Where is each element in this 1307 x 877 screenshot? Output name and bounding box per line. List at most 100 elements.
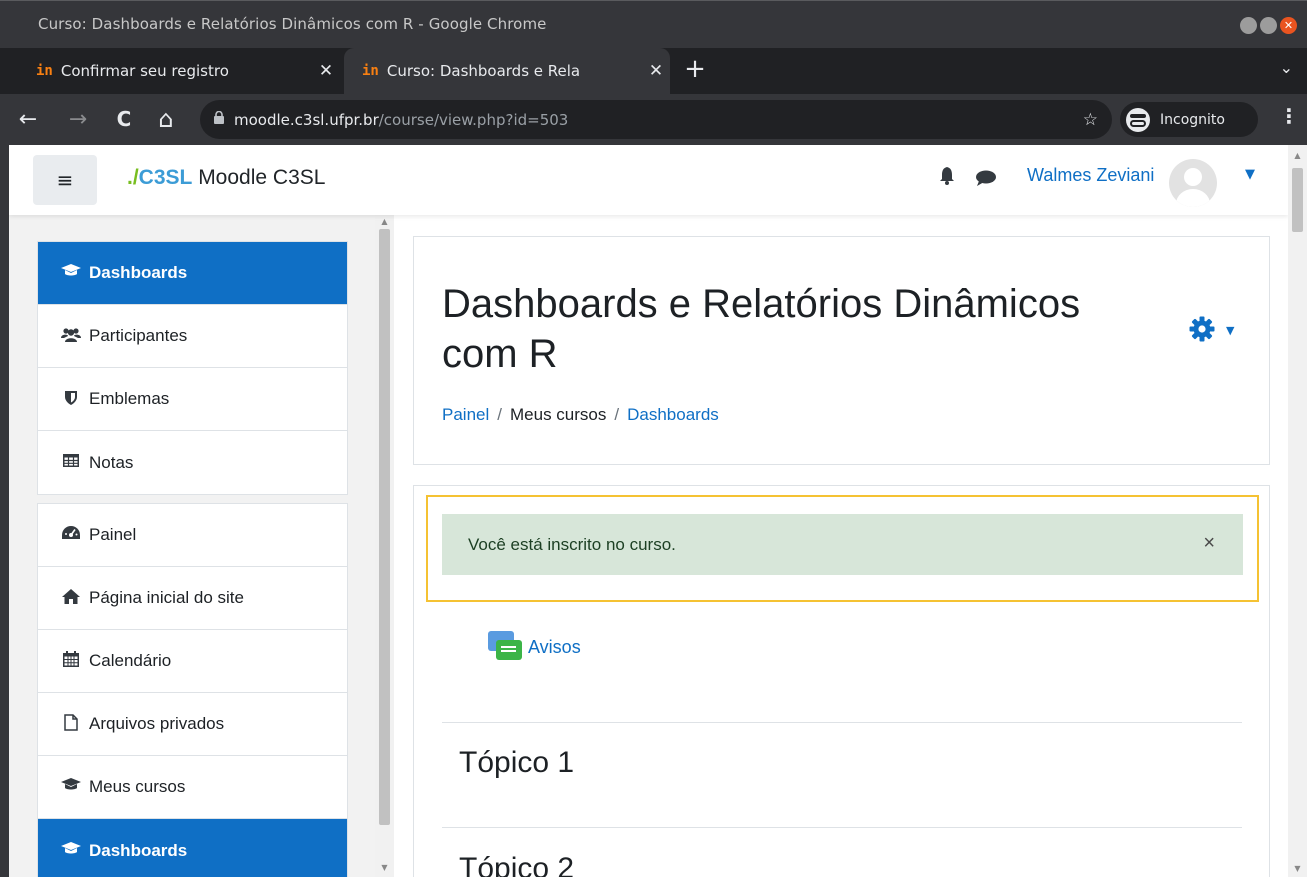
home-icon[interactable]: ⌂	[150, 103, 182, 135]
section-title-topico-1[interactable]: Tópico 1	[459, 746, 574, 780]
nav-item-emblemas[interactable]: Emblemas	[38, 368, 347, 431]
nav-item-calendario[interactable]: Calendário	[38, 630, 347, 693]
section-divider	[442, 722, 1242, 723]
hamburger-icon: ≡	[56, 168, 74, 192]
notifications-bell-icon[interactable]	[939, 167, 955, 190]
brand-name: Moodle C3SL	[192, 166, 326, 189]
graduation-cap-icon	[59, 841, 83, 860]
breadcrumb-painel-link[interactable]: Painel	[442, 405, 489, 424]
scroll-down-arrow-icon[interactable]: ▼	[375, 863, 394, 872]
enrolment-alert: Você está inscrito no curso. ×	[442, 514, 1243, 575]
breadcrumb-separator: /	[497, 405, 502, 424]
tab-title: Confirmar seu registro	[60, 62, 229, 80]
breadcrumb-dashboards-link[interactable]: Dashboards	[627, 405, 719, 424]
tab-close-icon[interactable]: ✕	[642, 61, 670, 81]
graduation-cap-icon	[59, 264, 83, 282]
tab-curso-dashboards[interactable]: in Curso: Dashboards e Rela ✕	[344, 48, 670, 94]
nav-item-label: Painel	[89, 525, 137, 544]
bookmark-star-icon[interactable]: ☆	[1083, 110, 1098, 130]
forward-arrow-icon[interactable]: →	[62, 103, 94, 135]
url-host: moodle.c3sl.ufpr.br	[234, 110, 379, 129]
dashboard-gauge-icon	[59, 525, 83, 545]
window-maximize-button[interactable]	[1260, 17, 1277, 34]
site-brand[interactable]: ./C3SL Moodle C3SL	[127, 166, 325, 190]
brand-prefix: ./	[127, 166, 139, 189]
page-title: Dashboards e Relatórios Dinâmicos com R	[442, 282, 1081, 376]
browser-menu-icon[interactable]: ⋮	[1279, 104, 1299, 128]
section-title-topico-2[interactable]: Tópico 2	[459, 852, 574, 877]
nav-item-notas[interactable]: Notas	[38, 431, 347, 494]
scroll-down-arrow-icon[interactable]: ▼	[1288, 864, 1307, 873]
nav-item-dashboards[interactable]: Dashboards	[38, 242, 347, 305]
tab-close-icon[interactable]: ✕	[312, 61, 340, 81]
file-icon	[59, 713, 83, 735]
scroll-up-arrow-icon[interactable]: ▲	[375, 217, 394, 226]
calendar-icon	[59, 651, 83, 671]
nav-item-label: Meus cursos	[89, 777, 186, 796]
page-viewport: ≡ ./C3SL Moodle C3SL Walmes Zeviani ▼ Da…	[9, 145, 1288, 877]
breadcrumb: Painel / Meus cursos / Dashboards	[442, 405, 719, 425]
window-left-border	[0, 145, 9, 877]
user-avatar[interactable]	[1169, 159, 1217, 207]
tab-confirmar-registro[interactable]: in Confirmar seu registro ✕	[18, 48, 340, 94]
scroll-up-arrow-icon[interactable]: ▲	[1288, 151, 1307, 160]
course-nav-group: Dashboards Participantes Emblemas Notas	[37, 241, 348, 495]
tab-search-chevron-icon[interactable]: ⌄	[1280, 58, 1293, 77]
nav-item-label: Calendário	[89, 651, 172, 670]
nav-item-label: Participantes	[89, 326, 188, 345]
messages-chat-icon[interactable]	[975, 170, 997, 191]
reload-icon[interactable]: C	[108, 103, 140, 135]
url-text: moodle.c3sl.ufpr.br/course/view.php?id=5…	[234, 111, 568, 129]
forum-avisos-link[interactable]: Avisos	[488, 631, 581, 663]
address-bar[interactable]: moodle.c3sl.ufpr.br/course/view.php?id=5…	[200, 100, 1112, 139]
settings-caret-icon[interactable]: ▼	[1226, 324, 1234, 337]
section-divider	[442, 827, 1242, 828]
home-icon	[59, 588, 83, 608]
back-arrow-icon[interactable]: ←	[12, 103, 44, 135]
nav-item-label: Notas	[89, 452, 134, 472]
nav-item-participantes[interactable]: Participantes	[38, 305, 347, 368]
page-scrollbar-thumb[interactable]	[1292, 168, 1303, 232]
page-scrollbar[interactable]: ▲ ▼	[1288, 145, 1307, 877]
user-name-link[interactable]: Walmes Zeviani	[1027, 165, 1154, 186]
nav-item-meus-cursos[interactable]: Meus cursos	[38, 756, 347, 819]
window-close-button[interactable]: ✕	[1280, 17, 1297, 34]
close-icon[interactable]: ×	[1203, 532, 1215, 555]
nav-item-label: Página inicial do site	[89, 588, 244, 607]
course-header-card: Dashboards e Relatórios Dinâmicos com R …	[413, 236, 1270, 465]
tab-strip: in Confirmar seu registro ✕ in Curso: Da…	[0, 48, 1307, 94]
nav-item-dashboards-course[interactable]: Dashboards	[38, 819, 347, 877]
new-tab-button[interactable]: +	[680, 54, 710, 84]
moodle-favicon-icon: in	[362, 63, 379, 79]
nav-item-label: Dashboards	[89, 840, 188, 860]
brand-logo: C3SL	[138, 166, 193, 189]
user-menu-caret-icon[interactable]: ▼	[1245, 167, 1255, 182]
nav-item-arquivos-privados[interactable]: Arquivos privados	[38, 693, 347, 756]
nav-item-pagina-inicial[interactable]: Página inicial do site	[38, 567, 347, 630]
incognito-badge[interactable]: Incognito	[1120, 102, 1258, 137]
graduation-cap-icon	[59, 778, 83, 796]
site-nav-group: Painel Página inicial do site Calendário…	[37, 503, 348, 877]
shield-icon	[59, 390, 83, 409]
gear-icon[interactable]	[1189, 316, 1215, 349]
nav-drawer: Dashboards Participantes Emblemas Notas	[9, 215, 394, 877]
drawer-toggle-button[interactable]: ≡	[33, 155, 97, 205]
moodle-favicon-icon: in	[36, 63, 53, 79]
incognito-label: Incognito	[1160, 111, 1225, 128]
browser-toolbar: ← → C ⌂ moodle.c3sl.ufpr.br/course/view.…	[0, 94, 1307, 145]
lock-icon	[214, 110, 224, 128]
alert-message: Você está inscrito no curso.	[468, 534, 676, 554]
drawer-scrollbar-thumb[interactable]	[379, 229, 390, 825]
tab-title: Curso: Dashboards e Rela	[386, 62, 581, 80]
drawer-scrollbar[interactable]: ▲ ▼	[375, 215, 394, 877]
window-title: Curso: Dashboards e Relatórios Dinâmicos…	[38, 15, 547, 33]
window-minimize-button[interactable]	[1240, 17, 1257, 34]
window-titlebar: Curso: Dashboards e Relatórios Dinâmicos…	[0, 0, 1307, 48]
nav-item-label: Dashboards	[89, 263, 188, 282]
url-path: /course/view.php?id=503	[378, 110, 569, 129]
nav-item-label: Emblemas	[89, 389, 170, 408]
nav-item-painel[interactable]: Painel	[38, 504, 347, 567]
table-icon	[59, 454, 83, 471]
users-icon	[59, 327, 83, 346]
window-controls: ✕	[1240, 17, 1297, 34]
